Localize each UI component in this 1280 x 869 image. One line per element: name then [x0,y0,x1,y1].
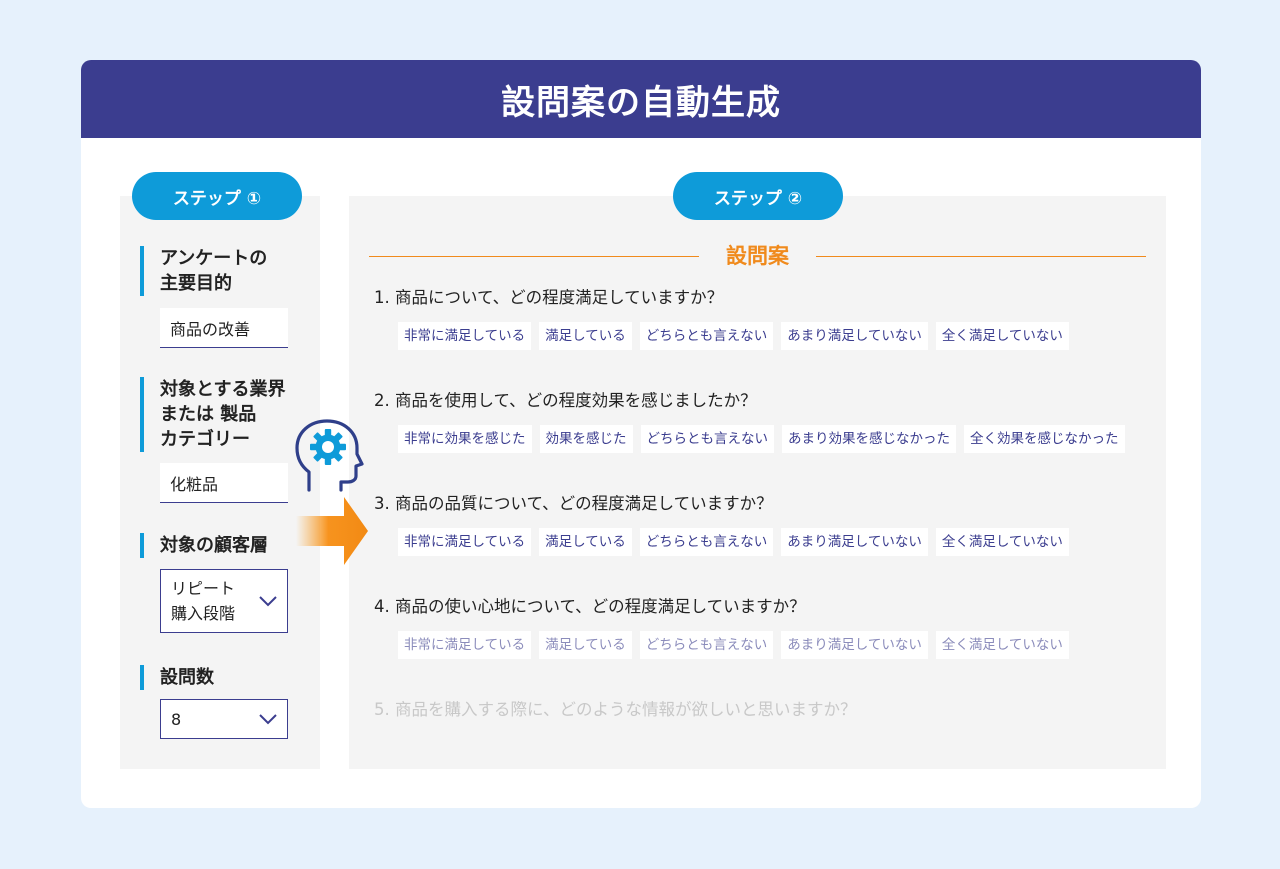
option-chip[interactable]: 非常に満足している [398,322,532,350]
label-line: アンケートの [160,248,268,269]
option-chip[interactable]: 非常に満足している [398,631,532,659]
step1-badge: ステップ ① [132,172,302,220]
section-header: 設問案 [369,242,1146,270]
option-chip[interactable]: 全く満足していない [935,631,1069,659]
page-title: 設問案の自動生成 [501,82,781,123]
option-chip[interactable]: どちらとも言えない [639,631,774,659]
option-chip[interactable]: 非常に効果を感じた [398,425,532,453]
field-label-industry: 対象とする業界 または 製品 カテゴリー [140,377,285,452]
customer-value: リピート 購入段階 [171,576,255,626]
divider-line [816,256,1146,257]
chevron-down-icon [255,591,281,611]
header-bar: 設問案の自動生成 [81,60,1201,138]
industry-value: 化粧品 [170,474,219,494]
gear-head-icon [295,418,365,494]
value-line: リピート [171,579,236,598]
count-value: 8 [171,709,182,729]
arrow-right-icon [296,497,370,565]
value-line: 購入段階 [171,604,236,623]
option-chip[interactable]: 全く効果を感じなかった [964,425,1125,453]
field-label-count: 設問数 [140,665,214,690]
customer-select[interactable]: リピート 購入段階 [160,569,288,633]
purpose-value: 商品の改善 [170,319,251,339]
label-line: 対象とする業界 [160,379,286,400]
step1-panel: アンケートの 主要目的 商品の改善 対象とする業界 または 製品 カテゴリー 化… [120,196,320,769]
purpose-input[interactable]: 商品の改善 [160,308,288,348]
label-line: または 製品 [160,404,257,425]
step2-panel: 設問案 1. 商品について、どの程度満足していますか？ 非常に満足している 満足… [349,196,1166,769]
field-label-purpose: アンケートの 主要目的 [140,246,267,296]
industry-input[interactable]: 化粧品 [160,463,288,503]
label-line: 対象の顧客層 [160,535,268,556]
option-chip[interactable]: 全く満足していない [935,322,1069,350]
option-chip[interactable]: どちらとも言えない [640,425,774,453]
question-1: 1. 商品について、どの程度満足していますか？ [374,288,724,307]
label-line: カテゴリー [160,429,250,450]
option-chip[interactable]: 全く満足していない [935,528,1069,556]
option-chip[interactable]: あまり満足していない [781,528,928,556]
count-select[interactable]: 8 [160,699,288,739]
chevron-down-icon [255,709,281,729]
options-4: 非常に満足している 満足している どちらとも言えない あまり満足していない 全く… [398,631,1069,659]
main-card: 設問案の自動生成 アンケートの 主要目的 商品の改善 対象とする業界 または 製… [81,60,1201,808]
label-line: 設問数 [160,667,214,688]
options-1: 非常に満足している 満足している どちらとも言えない あまり満足していない 全く… [398,322,1069,350]
option-chip[interactable]: 満足している [539,322,632,350]
question-5: 5. 商品を購入する際に、どのような情報が欲しいと思いますか？ [374,700,857,719]
option-chip[interactable]: 非常に満足している [398,528,532,556]
option-chip[interactable]: 満足している [539,631,632,659]
option-chip[interactable]: どちらとも言えない [639,528,774,556]
options-3: 非常に満足している 満足している どちらとも言えない あまり満足していない 全く… [398,528,1069,556]
options-2: 非常に効果を感じた 効果を感じた どちらとも言えない あまり効果を感じなかった … [398,425,1125,453]
question-4: 4. 商品の使い心地について、どの程度満足していますか？ [374,597,806,616]
label-line: 主要目的 [160,273,232,294]
field-label-customer: 対象の顧客層 [140,533,268,558]
question-3: 3. 商品の品質について、どの程度満足していますか？ [374,494,773,513]
step2-badge: ステップ ② [673,172,843,220]
option-chip[interactable]: どちらとも言えない [639,322,774,350]
option-chip[interactable]: 満足している [539,528,632,556]
option-chip[interactable]: あまり満足していない [781,322,928,350]
option-chip[interactable]: 効果を感じた [539,425,633,453]
option-chip[interactable]: あまり満足していない [781,631,928,659]
question-2: 2. 商品を使用して、どの程度効果を感じましたか？ [374,391,757,410]
option-chip[interactable]: あまり効果を感じなかった [782,425,956,453]
